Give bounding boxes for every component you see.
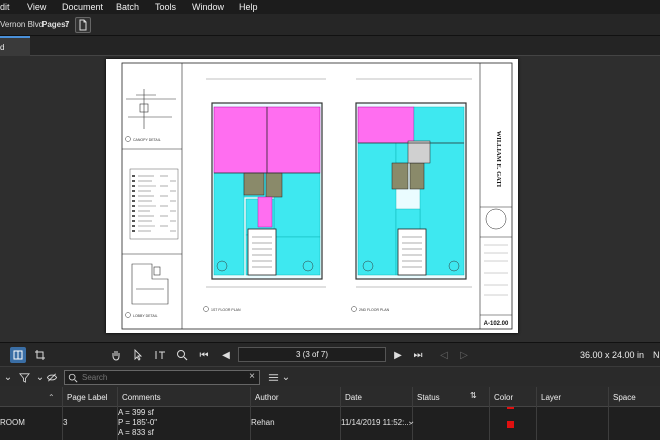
text-select-icon [155,351,165,359]
markups-filter-bar: ⌄ ⌄ × ⌄ [0,366,660,386]
document-tab-bar: d [0,36,660,56]
second-floor-plan [355,102,467,280]
previous-page-button[interactable]: ◀ [218,347,234,363]
column-comments[interactable]: Comments [122,393,161,402]
row-page-label: 3 [63,418,68,427]
sort-ascending-icon[interactable]: ⌃ [48,393,55,402]
last-page-icon: ⏭ [413,349,423,361]
menu-view[interactable]: View [27,2,46,12]
column-date[interactable]: Date [345,393,362,402]
menu-window[interactable]: Window [192,2,224,12]
previous-view-icon: ◁ [440,349,448,361]
column-sort-icon[interactable]: ⇅ [470,391,477,400]
next-view-icon: ▷ [460,349,468,361]
pointer-icon [134,349,143,361]
row-date: 11/14/2019 11:52:... [341,418,411,427]
lobby-detail-label: LOBBY DETAIL [133,314,158,318]
column-page-label[interactable]: Page Label [67,393,107,402]
document-toolbar: Vernon Blvd Pages: 7 [0,14,660,36]
menu-edit[interactable]: dit [0,2,10,12]
document-icon [79,19,87,31]
menu-document[interactable]: Document [62,2,103,12]
markup-search[interactable]: × [64,370,260,385]
document-name: Vernon Blvd [0,20,44,29]
eye-slash-icon [46,373,58,381]
legend-table [129,168,179,240]
sheet-number: A-102.00 [484,321,509,327]
canopy-detail [126,89,176,129]
visibility-toggle-button[interactable] [44,369,60,385]
column-layer[interactable]: Layer [541,393,561,402]
architect-name: WILLIAM E. GATI [495,131,502,188]
row-comment-line: A = 833 sf [118,428,154,437]
page-number-field[interactable]: 3 (3 of 7) [238,347,386,362]
previous-page-icon: ◀ [222,349,230,361]
list-options-dropdown[interactable]: ⌄ [278,369,294,385]
collapse-button[interactable]: ⌄ [0,369,16,385]
menu-help[interactable]: Help [239,2,258,12]
next-view-button[interactable]: ▷ [456,347,472,363]
document-canvas[interactable]: CANOPY DETAIL LOBBY DETAIL 1ST FLOOR PLA… [0,56,660,342]
row-comment-line: P = 185'-0" [118,418,158,427]
list-icon [268,373,278,381]
crop-view-button[interactable] [32,347,48,363]
page-dimensions: 36.00 x 24.00 in [580,350,645,360]
first-page-button[interactable]: ⏮ [196,347,212,363]
menu-bar: dit View Document Batch Tools Window Hel… [0,0,660,14]
page-dimensions-overflow: N [653,350,660,360]
select-tool-button[interactable] [130,347,146,363]
row-subject: ROOM [0,418,25,427]
row-comment-line: A = 399 sf [118,408,154,417]
filter-icon [18,372,30,383]
document-tab-label: d [0,43,5,52]
next-page-button[interactable]: ▶ [390,347,406,363]
search-input[interactable] [82,372,242,383]
chevron-down-icon: ⌄ [35,371,45,383]
title-block: WILLIAM E. GATI A-102.00 [480,131,512,327]
thumbnail-view-button[interactable] [10,347,26,363]
lobby-detail [131,263,169,305]
column-author[interactable]: Author [255,393,279,402]
next-page-icon: ▶ [394,349,402,361]
menu-tools[interactable]: Tools [155,2,176,12]
column-status[interactable]: Status [417,393,440,402]
document-properties-button[interactable] [75,17,91,33]
page-grid-icon [13,350,23,360]
first-floor-plan [211,102,323,280]
first-page-icon: ⏮ [199,349,209,361]
hand-icon [112,351,120,361]
drawing-sheet[interactable]: CANOPY DETAIL LOBBY DETAIL 1ST FLOOR PLA… [106,59,518,333]
canopy-detail-label: CANOPY DETAIL [133,138,161,142]
row-color-swatch[interactable] [507,421,514,428]
zoom-icon [177,350,188,361]
search-icon [68,373,78,383]
row-status-dropdown[interactable]: ⌄ [407,416,415,427]
select-text-button[interactable] [152,347,168,363]
zoom-button[interactable] [174,347,190,363]
previous-view-button[interactable]: ◁ [436,347,452,363]
markups-list-header: ⌃ Page Label Comments Author Date Status… [0,387,660,407]
document-tab[interactable]: d [0,36,30,56]
crop-icon [35,350,45,360]
chevron-down-icon: ⌄ [3,371,13,383]
second-floor-plan-label: 2ND FLOOR PLAN [359,308,390,312]
markups-list: ⌃ Page Label Comments Author Date Status… [0,387,660,440]
column-space[interactable]: Space [613,393,636,402]
menu-batch[interactable]: Batch [116,2,139,12]
first-floor-plan-label: 1ST FLOOR PLAN [211,308,241,312]
pages-count: 7 [65,20,70,29]
row-color-swatch-top [507,407,514,409]
chevron-down-icon: ⌄ [281,371,291,383]
clear-search-icon[interactable]: × [249,371,255,382]
filter-button[interactable] [16,369,32,385]
pan-tool-button[interactable] [108,347,124,363]
floor-plan-drawing: CANOPY DETAIL LOBBY DETAIL 1ST FLOOR PLA… [121,62,513,330]
column-color[interactable]: Color [494,393,513,402]
row-author: Rehan [251,418,275,427]
navigation-bar: ⏮ ◀ 3 (3 of 7) ▶ ⏭ ◁ ▷ 36.00 x 24.00 in … [0,342,660,366]
last-page-button[interactable]: ⏭ [410,347,426,363]
